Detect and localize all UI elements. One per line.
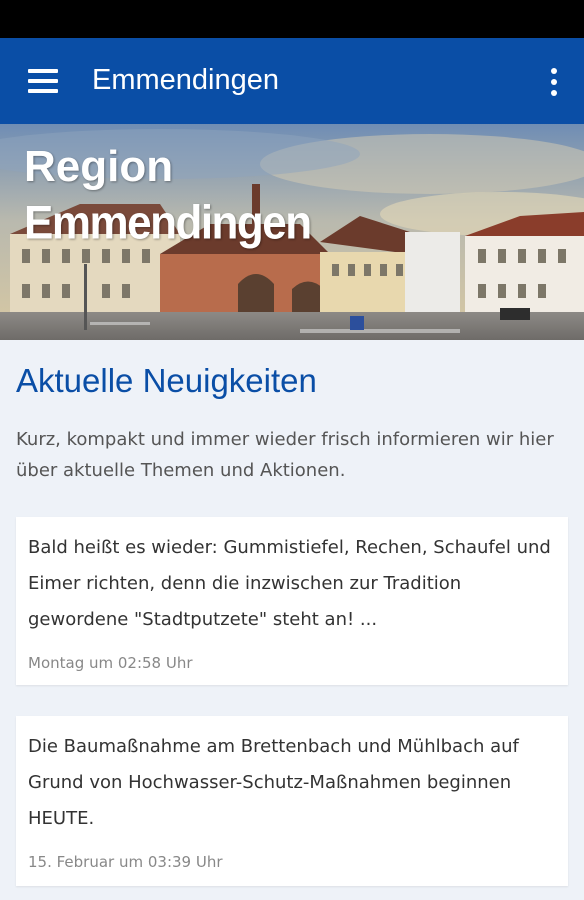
hamburger-menu-icon[interactable] — [22, 64, 62, 98]
app-bar: Emmendingen — [0, 38, 584, 124]
hero-title-line2: Emmendingen — [24, 196, 312, 250]
hero-title: Region Emmendingen — [24, 140, 312, 249]
hero-banner: Region Emmendingen — [0, 124, 584, 340]
status-bar — [0, 0, 584, 38]
news-card[interactable]: Bald heißt es wieder: Gummistiefel, Rech… — [16, 517, 568, 685]
section-title: Aktuelle Neuigkeiten — [16, 362, 317, 399]
section-intro: Kurz, kompakt und immer wieder frisch in… — [16, 429, 554, 481]
news-card-time: Montag um 02:58 Uhr — [28, 654, 193, 672]
news-card-text: Bald heißt es wieder: Gummistiefel, Rech… — [28, 537, 551, 630]
news-card-time: 15. Februar um 03:39 Uhr — [28, 853, 223, 871]
news-card[interactable]: Die Baumaßnahme am Brettenbach und Mühlb… — [16, 716, 568, 886]
hero-title-line1: Region — [24, 142, 174, 191]
app-title: Emmendingen — [92, 64, 279, 96]
more-vert-icon[interactable] — [542, 62, 566, 102]
news-card-text: Die Baumaßnahme am Brettenbach und Mühlb… — [28, 736, 519, 829]
